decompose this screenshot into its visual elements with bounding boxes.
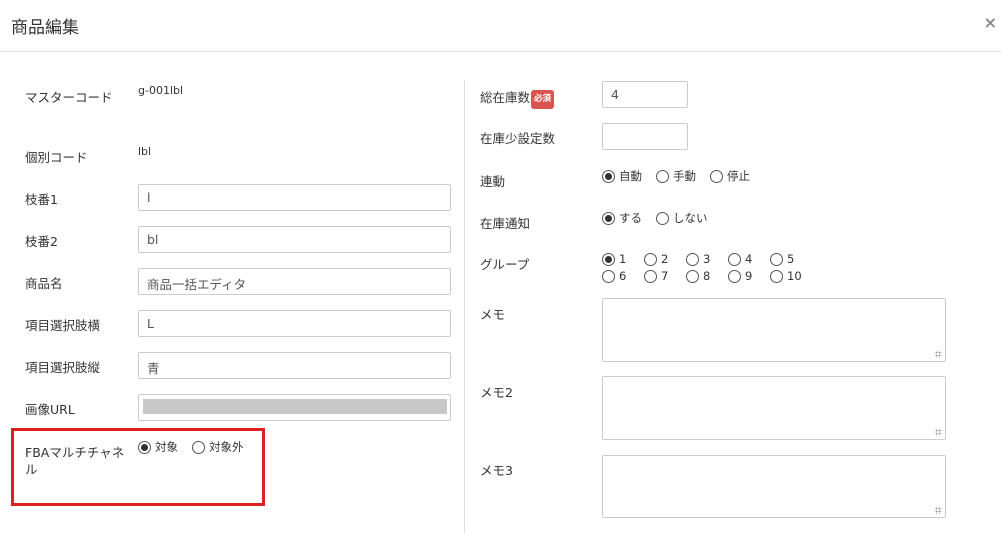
radio-label: 5 [787,252,795,266]
option-v-input[interactable]: 青 [138,352,451,379]
radio-unchecked-icon [728,269,741,283]
item-code-value: lbl [138,145,152,158]
radio-label: 7 [661,269,669,283]
radio-label: 自動 [619,169,642,183]
group-radio-8[interactable]: 8 [686,269,710,283]
memo3-textarea[interactable] [602,455,946,518]
modal-header: 商品編集 × [0,0,1001,52]
option-v-label: 項目選択肢縦 [25,360,101,375]
sync-radio-stop[interactable]: 停止 [710,168,750,184]
radio-label: 手動 [673,169,696,183]
sync-radio-group: 自動 手動 停止 [602,168,764,184]
master-code-value: g-001lbl [138,84,184,97]
low-stock-label: 在庫少設定数 [480,131,556,146]
radio-unchecked-icon [644,252,657,266]
radio-unchecked-icon [710,169,723,183]
group-radio-2[interactable]: 2 [644,252,668,266]
modal-title: 商品編集 [11,18,79,38]
branch2-label: 枝番2 [25,234,58,249]
close-icon[interactable]: × [984,13,997,32]
sync-label: 連動 [480,174,506,189]
radio-label: 6 [619,269,627,283]
branch1-label: 枝番1 [25,192,58,207]
required-badge: 必須 [531,90,555,109]
memo2-textarea[interactable] [602,376,946,440]
radio-checked-icon [602,169,615,183]
radio-unchecked-icon [656,169,669,183]
master-code-label: マスターコード [25,90,113,105]
radio-unchecked-icon [728,252,741,266]
radio-label: 8 [703,269,711,283]
group-radio-6[interactable]: 6 [602,269,626,283]
sync-radio-auto[interactable]: 自動 [602,168,642,184]
notify-radio-off[interactable]: しない [656,210,708,226]
memo-label: メモ [480,307,506,322]
notify-radio-group: する しない [602,210,722,226]
edit-product-modal: 商品編集 × マスターコード g-001lbl 個別コード lbl 枝番1 l … [0,0,1001,542]
group-radio-group: 1 2 3 4 5 6 7 8 9 10 [602,252,822,286]
notify-label: 在庫通知 [480,216,531,231]
radio-label: 4 [745,252,753,266]
group-radio-10[interactable]: 10 [770,269,802,283]
radio-unchecked-icon [770,269,783,283]
column-divider [464,80,465,533]
radio-checked-icon [602,211,615,225]
option-h-input[interactable]: L [138,310,451,337]
radio-unchecked-icon [602,269,615,283]
radio-label: 9 [745,269,753,283]
product-name-label: 商品名 [25,276,63,291]
branch2-input[interactable]: bl [138,226,451,253]
image-url-input[interactable] [138,394,451,421]
highlight-box [11,428,265,506]
group-label: グループ [480,257,530,272]
option-h-label: 項目選択肢横 [25,318,101,333]
radio-label: する [619,211,642,225]
memo3-label: メモ3 [480,463,513,478]
radio-label: 停止 [727,169,750,183]
radio-label: 1 [619,252,627,266]
radio-unchecked-icon [644,269,657,283]
group-radio-5[interactable]: 5 [770,252,794,266]
radio-label: 2 [661,252,669,266]
resize-handle-icon[interactable] [935,429,942,436]
memo-textarea[interactable] [602,298,946,362]
branch1-input[interactable]: l [138,184,451,211]
group-radio-3[interactable]: 3 [686,252,710,266]
radio-label: 3 [703,252,711,266]
radio-unchecked-icon [686,269,699,283]
total-stock-label: 総在庫数 必須 [480,89,555,109]
radio-label: しない [673,211,708,225]
product-name-input[interactable]: 商品一括エディタ [138,268,451,295]
radio-unchecked-icon [770,252,783,266]
sync-radio-manual[interactable]: 手動 [656,168,696,184]
group-radio-7[interactable]: 7 [644,269,668,283]
radio-label: 10 [787,269,802,283]
resize-handle-icon[interactable] [935,507,942,514]
total-stock-input[interactable]: 4 [602,81,688,108]
group-radio-4[interactable]: 4 [728,252,752,266]
notify-radio-on[interactable]: する [602,210,642,226]
group-radio-9[interactable]: 9 [728,269,752,283]
low-stock-input[interactable] [602,123,688,150]
memo2-label: メモ2 [480,385,513,400]
total-stock-label-text: 総在庫数 [480,90,531,105]
group-radio-1[interactable]: 1 [602,252,626,266]
item-code-label: 個別コード [25,150,88,165]
radio-unchecked-icon [686,252,699,266]
resize-handle-icon[interactable] [935,351,942,358]
radio-unchecked-icon [656,211,669,225]
image-url-label: 画像URL [25,402,75,417]
radio-checked-icon [602,252,615,266]
